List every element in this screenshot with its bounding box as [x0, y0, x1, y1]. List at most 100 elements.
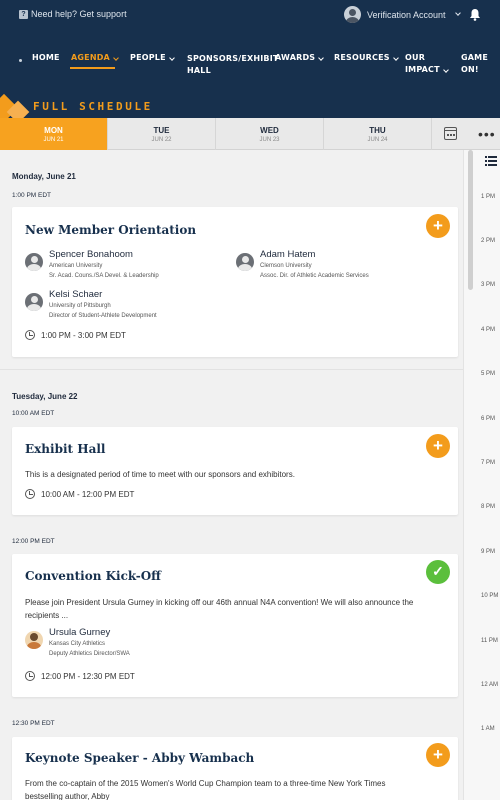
speaker-name: Spencer Bonahoom — [49, 249, 133, 260]
day-tab-name: MON — [44, 126, 63, 135]
nav-awards[interactable]: AWARDS — [275, 52, 325, 64]
add-to-schedule-button[interactable]: + — [426, 743, 450, 767]
list-view-icon[interactable] — [485, 156, 497, 166]
time-tick: 1 PM — [481, 194, 496, 200]
chevron-down-icon — [113, 55, 119, 61]
speaker-role: Assoc. Dir. of Athletic Academic Service… — [260, 273, 369, 279]
speaker-name: Adam Hatem — [260, 249, 316, 260]
session-card[interactable]: Convention Kick-Off ✓ Please join Presid… — [12, 554, 458, 697]
schedule-banner: FULL SCHEDULE — [0, 94, 500, 118]
time-tick: 6 PM — [481, 416, 496, 422]
session-description: This is a designated period of time to m… — [25, 470, 295, 479]
speaker[interactable]: Ursula Gurney Kansas City Athletics Depu… — [25, 627, 130, 659]
session-description-line: recipients ... — [25, 611, 69, 620]
schedule-list: Monday, June 21 1:00 PM EDT New Member O… — [0, 150, 463, 800]
day-tab-mon[interactable]: MON JUN 21 — [0, 118, 108, 150]
session-time-text: 1:00 PM - 3:00 PM EDT — [41, 330, 126, 340]
day-divider — [0, 369, 463, 370]
speaker[interactable]: Spencer Bonahoom American University Sr.… — [25, 249, 159, 281]
add-to-schedule-button[interactable]: + — [426, 214, 450, 238]
day-tab-name: THU — [369, 126, 386, 135]
time-tick: 7 PM — [481, 460, 496, 466]
time-tick: 11 PM — [481, 638, 498, 644]
day-tab-wed[interactable]: WED JUN 23 — [216, 118, 324, 150]
speaker-name: Ursula Gurney — [49, 627, 111, 638]
account-menu[interactable]: Verification Account — [344, 6, 461, 23]
day-tab-tue[interactable]: TUE JUN 22 — [108, 118, 216, 150]
speaker-org: University of Pittsburgh — [49, 303, 111, 309]
day-heading: Monday, June 21 — [12, 172, 76, 181]
nav-people-label: PEOPLE — [130, 53, 166, 62]
chevron-down-icon — [442, 67, 449, 73]
time-slot-label: 1:00 PM EDT — [12, 192, 52, 199]
nav-impact-label-2: IMPACT — [405, 65, 440, 74]
speaker-role: Deputy Athletics Director/SWA — [49, 651, 130, 657]
session-card[interactable]: New Member Orientation + Spencer Bonahoo… — [12, 207, 458, 357]
speaker-org: Kansas City Athletics — [49, 641, 106, 647]
nav-sponsors-label-2: HALL — [187, 66, 211, 75]
session-description: From the co-captain of the 2015 Women's … — [25, 777, 386, 800]
avatar — [25, 631, 43, 649]
session-time-text: 10:00 AM - 12:00 PM EDT — [41, 489, 135, 499]
calendar-icon[interactable] — [444, 127, 457, 140]
timeline-rail: 1 PM 2 PM 3 PM 4 PM 5 PM 6 PM 7 PM 8 PM … — [463, 150, 500, 800]
day-tab-thu[interactable]: THU JUN 24 — [324, 118, 432, 150]
speaker-org: Clemson University — [260, 263, 312, 269]
speaker[interactable]: Adam Hatem Clemson University Assoc. Dir… — [236, 249, 369, 281]
day-tab-name: TUE — [153, 126, 170, 135]
time-tick: 5 PM — [481, 371, 496, 377]
session-title: Convention Kick-Off — [25, 569, 162, 583]
scrollbar[interactable] — [468, 150, 473, 290]
nav-awards-label: AWARDS — [275, 53, 316, 62]
day-tabs: MON JUN 21 TUE JUN 22 WED JUN 23 THU JUN… — [0, 118, 500, 150]
session-time: 12:00 PM - 12:30 PM EDT — [25, 671, 135, 681]
speaker-role: Sr. Acad. Couns./SA Devel. & Leadership — [49, 273, 159, 279]
time-tick: 3 PM — [481, 282, 496, 288]
support-link[interactable]: ? Need help? Get support — [19, 9, 127, 19]
time-tick: 12 AM — [481, 682, 499, 688]
speaker-org: American University — [49, 263, 103, 269]
nav-agenda-label: AGENDA — [71, 53, 110, 62]
nav-agenda[interactable]: AGENDA — [71, 52, 119, 64]
session-card[interactable]: Keynote Speaker - Abby Wambach + From th… — [12, 737, 458, 800]
add-to-schedule-button[interactable]: + — [426, 434, 450, 458]
notifications-bell-icon[interactable] — [469, 8, 481, 21]
nav-our-impact[interactable]: OUR IMPACT — [405, 52, 449, 76]
nav-people[interactable]: PEOPLE — [130, 52, 175, 64]
time-tick: 4 PM — [481, 327, 496, 333]
chevron-down-icon — [168, 55, 175, 61]
session-description-line: From the co-captain of the 2015 Women's … — [25, 779, 386, 788]
time-tick: 8 PM — [481, 504, 496, 510]
clock-icon — [25, 489, 35, 499]
day-tab-name: WED — [260, 126, 279, 135]
avatar — [25, 293, 43, 311]
speaker[interactable]: Kelsi Schaer University of Pittsburgh Di… — [25, 289, 157, 321]
session-description-line: Please join President Ursula Gurney in k… — [25, 598, 414, 607]
support-link-label: Need help? Get support — [31, 9, 127, 19]
nav-dot — [19, 59, 22, 62]
more-options-icon[interactable]: ••• — [478, 127, 496, 141]
session-title: Keynote Speaker - Abby Wambach — [25, 751, 255, 765]
time-tick: 9 PM — [481, 549, 496, 555]
nav-resources[interactable]: RESOURCES — [334, 52, 399, 64]
speaker-role: Director of Student-Athlete Development — [49, 313, 157, 319]
avatar — [25, 253, 43, 271]
nav-game-label: GAME — [461, 53, 488, 62]
session-description: Please join President Ursula Gurney in k… — [25, 596, 413, 622]
nav-home-label: HOME — [32, 53, 60, 62]
session-time: 10:00 AM - 12:00 PM EDT — [25, 489, 134, 499]
nav-impact-label: OUR — [405, 53, 426, 62]
page-title: FULL SCHEDULE — [33, 100, 153, 113]
session-title: Exhibit Hall — [25, 442, 106, 456]
added-to-schedule-button[interactable]: ✓ — [426, 560, 450, 584]
time-slot-label: 12:30 PM EDT — [12, 720, 55, 727]
nav-game-label-2: ON! — [461, 65, 479, 74]
chevron-down-icon — [454, 10, 461, 16]
nav-sponsors-exhibit-hall[interactable]: SPONSORS/EXHIBIT HALL — [187, 53, 279, 77]
clock-icon — [25, 330, 35, 340]
session-card[interactable]: Exhibit Hall + This is a designated peri… — [12, 427, 458, 515]
session-title: New Member Orientation — [25, 223, 197, 237]
nav-active-underline — [70, 67, 115, 69]
nav-game-on[interactable]: GAME ON! — [461, 52, 488, 76]
nav-home[interactable]: HOME — [32, 52, 60, 64]
